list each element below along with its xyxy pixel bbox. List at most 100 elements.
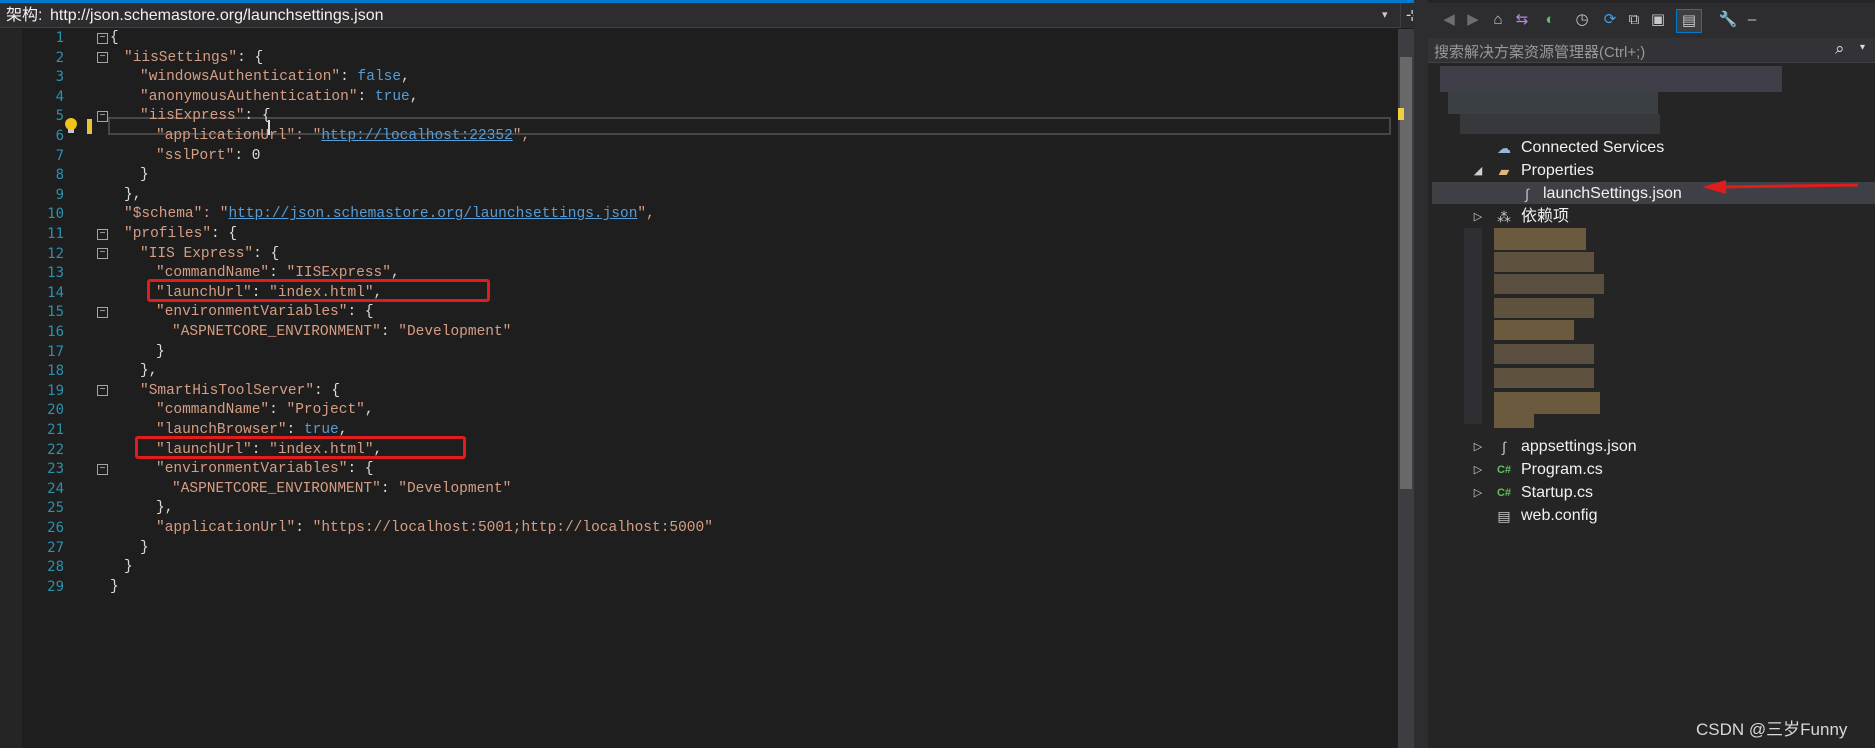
json-key: "commandName" [156,402,270,419]
fold-toggle-icon[interactable]: − [97,248,108,259]
solution-explorer-toolbar: ◀ ▶ ⌂ ⇆ ◐ ◷ ⟳ ⧉ ▣ ▤ 🔧 – [1428,3,1875,38]
search-icon[interactable]: ⌕ [1835,39,1845,59]
home-icon[interactable]: ⌂ [1488,9,1508,31]
pending-changes-icon[interactable]: ◐ [1540,9,1560,31]
line-number: 20 [47,402,64,419]
launchurl-highlight-box [147,279,490,302]
code-text: : " [295,128,322,144]
line-number: 7 [55,147,64,164]
json-value: "https://localhost:5001;http://localhost… [312,520,713,536]
line-number: 5 [55,108,64,125]
code-line: "ASPNETCORE_ENVIRONMENT": "Development" [0,480,1398,500]
code-text: : [269,402,287,419]
json-key: "environmentVariables" [156,304,348,321]
code-text: , [364,402,374,419]
collapsed-arrow-icon[interactable]: ▷ [1472,436,1484,458]
history-icon[interactable]: ◷ [1570,9,1594,31]
fold-toggle-icon[interactable]: − [97,33,108,44]
fold-toggle-icon[interactable]: − [97,229,108,240]
redacted-region [1448,92,1658,114]
tree-item-appsettings[interactable]: ▷ ∫ appsettings.json [1432,436,1872,458]
tree-item-connected-services[interactable]: ☁ Connected Services [1432,137,1872,159]
code-text: , [409,88,419,105]
code-line: "sslPort": 0 [0,147,1398,167]
json-value: false [357,69,402,86]
code-text: : { [211,226,238,242]
back-icon[interactable]: ◀ [1440,9,1458,31]
json-value: "Development" [398,480,512,497]
json-key: "IIS Express" [140,245,254,262]
code-line: } [0,578,1398,598]
fold-toggle-icon[interactable]: − [97,385,108,396]
redacted-region [1494,368,1594,388]
tree-item-label: Startup.cs [1521,484,1594,501]
line-number: 16 [47,324,64,340]
code-line: }, [0,499,1398,519]
code-line: "$schema": "http://json.schemastore.org/… [0,205,1398,225]
fold-toggle-icon[interactable]: − [97,52,108,63]
code-text: ", [512,128,531,144]
watermark-text: CSDN @三岁Funny [1696,720,1848,739]
code-line: "SmartHisToolServer": { [0,382,1398,402]
collapsed-arrow-icon[interactable]: ▷ [1472,206,1484,228]
csharp-file-icon: C# [1496,464,1512,476]
redacted-region [1494,414,1534,428]
redacted-region [1494,298,1594,318]
show-all-files-icon[interactable]: ▣ [1648,9,1668,31]
code-line: "commandName": "Project", [0,401,1398,421]
panel-splitter[interactable] [1414,0,1428,748]
schema-bar[interactable]: 架构: http://json.schemastore.org/launchse… [0,3,1400,28]
line-number: 22 [47,441,64,458]
code-text: } [156,343,165,360]
solution-search-box[interactable]: 搜索解决方案资源管理器(Ctrl+;) ⌕ ▾ [1428,38,1875,63]
expanded-arrow-icon[interactable]: ◢ [1472,160,1484,182]
code-text: : { [347,461,374,478]
sync-icon[interactable]: ⟳ [1600,9,1620,31]
code-line: "IIS Express": { [0,245,1398,265]
code-line: }, [0,362,1398,382]
launchurl-highlight-box [135,436,466,459]
tree-item-program[interactable]: ▷ C# Program.cs [1432,459,1872,481]
url-link[interactable]: http://localhost:22352 [321,128,512,144]
fold-toggle-icon[interactable]: − [97,307,108,318]
line-number: 13 [47,265,64,282]
code-text: : [380,480,399,497]
code-line: "profiles": { [0,225,1398,245]
collapse-all-icon[interactable]: ⧉ [1624,9,1644,31]
line-number: 15 [47,304,64,321]
preview-selected-icon[interactable]: ▤ [1676,9,1702,33]
properties-wrench-icon[interactable]: 🔧 [1718,9,1738,31]
code-line: { [0,29,1398,49]
tree-item-startup[interactable]: ▷ C# Startup.cs [1432,482,1872,504]
schema-dropdown-icon[interactable]: ▾ [1382,3,1388,28]
fold-toggle-icon[interactable]: − [97,111,108,122]
code-text: { [110,30,119,46]
tree-item-label: web.config [1521,507,1598,524]
fold-toggle-icon[interactable]: − [97,464,108,475]
code-line: "environmentVariables": { [0,460,1398,480]
collapsed-arrow-icon[interactable]: ▷ [1472,482,1484,504]
line-number: 18 [47,363,64,380]
code-line: "applicationUrl": "https://localhost:500… [0,519,1398,539]
forward-icon[interactable]: ▶ [1464,9,1482,31]
url-link[interactable]: http://json.schemastore.org/launchsettin… [228,206,637,222]
code-text: } [140,539,149,556]
collapsed-arrow-icon[interactable]: ▷ [1472,459,1484,481]
line-number: 4 [55,88,64,105]
tree-item-web-config[interactable]: ▤ web.config [1432,505,1872,527]
pin-icon[interactable]: – [1742,9,1762,31]
code-text: ", [637,206,655,223]
code-text: } [124,559,133,576]
code-line: } [0,558,1398,578]
tree-item-dependencies[interactable]: ▷ ⁂ 依赖项 [1432,206,1872,228]
schema-url[interactable]: http://json.schemastore.org/launchsettin… [50,3,384,28]
line-number: 3 [55,69,64,86]
line-number: 14 [47,284,64,301]
switch-views-icon[interactable]: ⇆ [1512,9,1532,31]
search-options-icon[interactable]: ▾ [1860,42,1865,53]
redacted-region [1494,252,1594,272]
config-file-icon: ▤ [1497,508,1511,524]
editor-scroll-thumb[interactable] [1400,57,1412,489]
redacted-region [1494,392,1600,414]
code-text: : { [244,108,271,125]
